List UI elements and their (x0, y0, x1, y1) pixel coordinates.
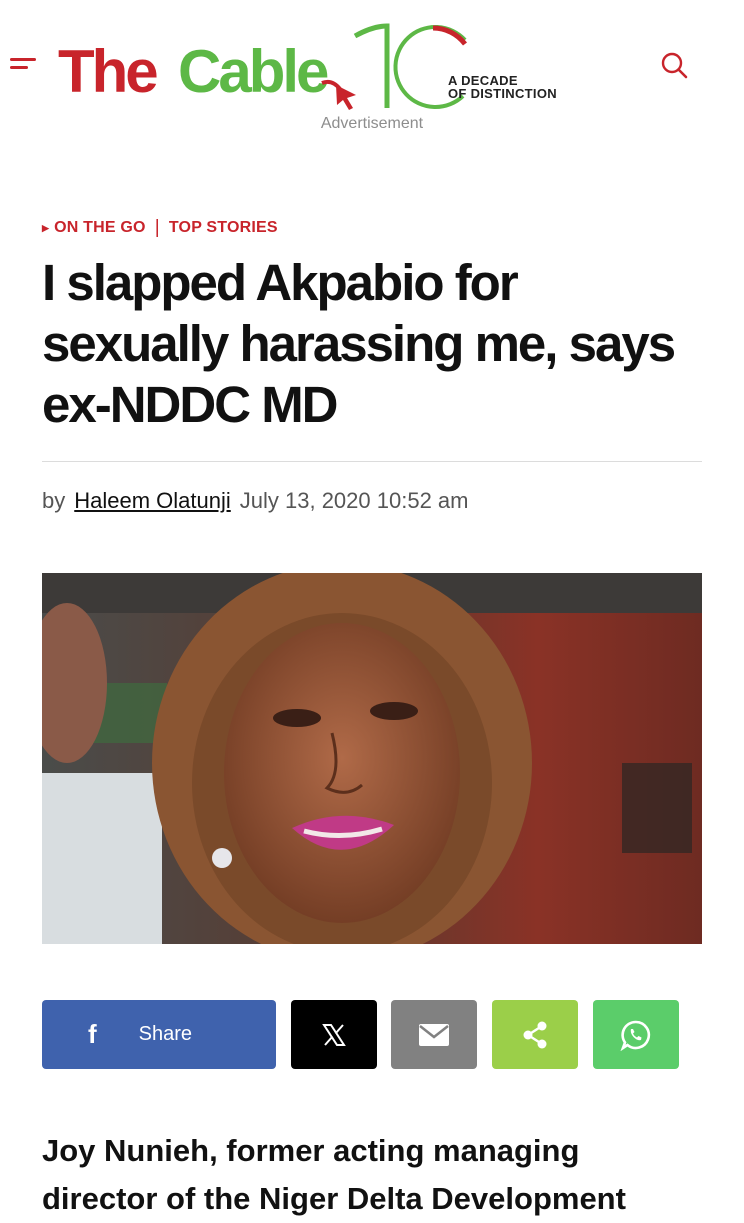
byline-prefix: by (42, 488, 66, 513)
share-button[interactable] (492, 1000, 578, 1069)
facebook-share-button[interactable]: f Share (42, 1000, 276, 1069)
hamburger-menu-icon[interactable] (10, 54, 40, 76)
article-title: I slapped Akpabio for sexually harassing… (42, 254, 676, 433)
byline: by Haleem Olatunji July 13, 2020 10:52 a… (42, 488, 468, 514)
play-arrow-icon: ▶ (42, 222, 50, 233)
x-share-button[interactable] (291, 1000, 377, 1069)
article-photo (42, 573, 702, 944)
facebook-icon: f (88, 1019, 97, 1049)
category-on-the-go[interactable]: ON THE GO (54, 219, 146, 237)
logo-tagline: A DECADE OF DISTINCTION (448, 73, 557, 101)
category-separator: | (154, 217, 160, 238)
whatsapp-share-button[interactable] (593, 1000, 679, 1069)
email-icon (419, 1023, 449, 1046)
share-icon (523, 1021, 547, 1048)
search-icon[interactable] (659, 50, 689, 80)
facebook-share-label: Share (138, 1023, 193, 1045)
whatsapp-icon (620, 1020, 651, 1051)
category-breadcrumb: ▶ ON THE GO | TOP STORIES (42, 217, 278, 239)
x-icon (322, 1023, 346, 1046)
advertisement-label: Advertisement (320, 115, 424, 132)
author-link[interactable]: Haleem Olatunji (74, 488, 231, 514)
article-lead: Joy Nunieh, former acting managing direc… (42, 1133, 626, 1216)
site-logo[interactable]: The Cable A DECADE OF DISTINCTION (58, 22, 578, 114)
divider (42, 461, 702, 462)
email-share-button[interactable] (391, 1000, 477, 1069)
category-top-stories[interactable]: TOP STORIES (169, 219, 278, 237)
logo-cable: Cable (178, 38, 329, 105)
publish-date: July 13, 2020 10:52 am (239, 488, 469, 513)
logo-the: The (58, 38, 159, 105)
